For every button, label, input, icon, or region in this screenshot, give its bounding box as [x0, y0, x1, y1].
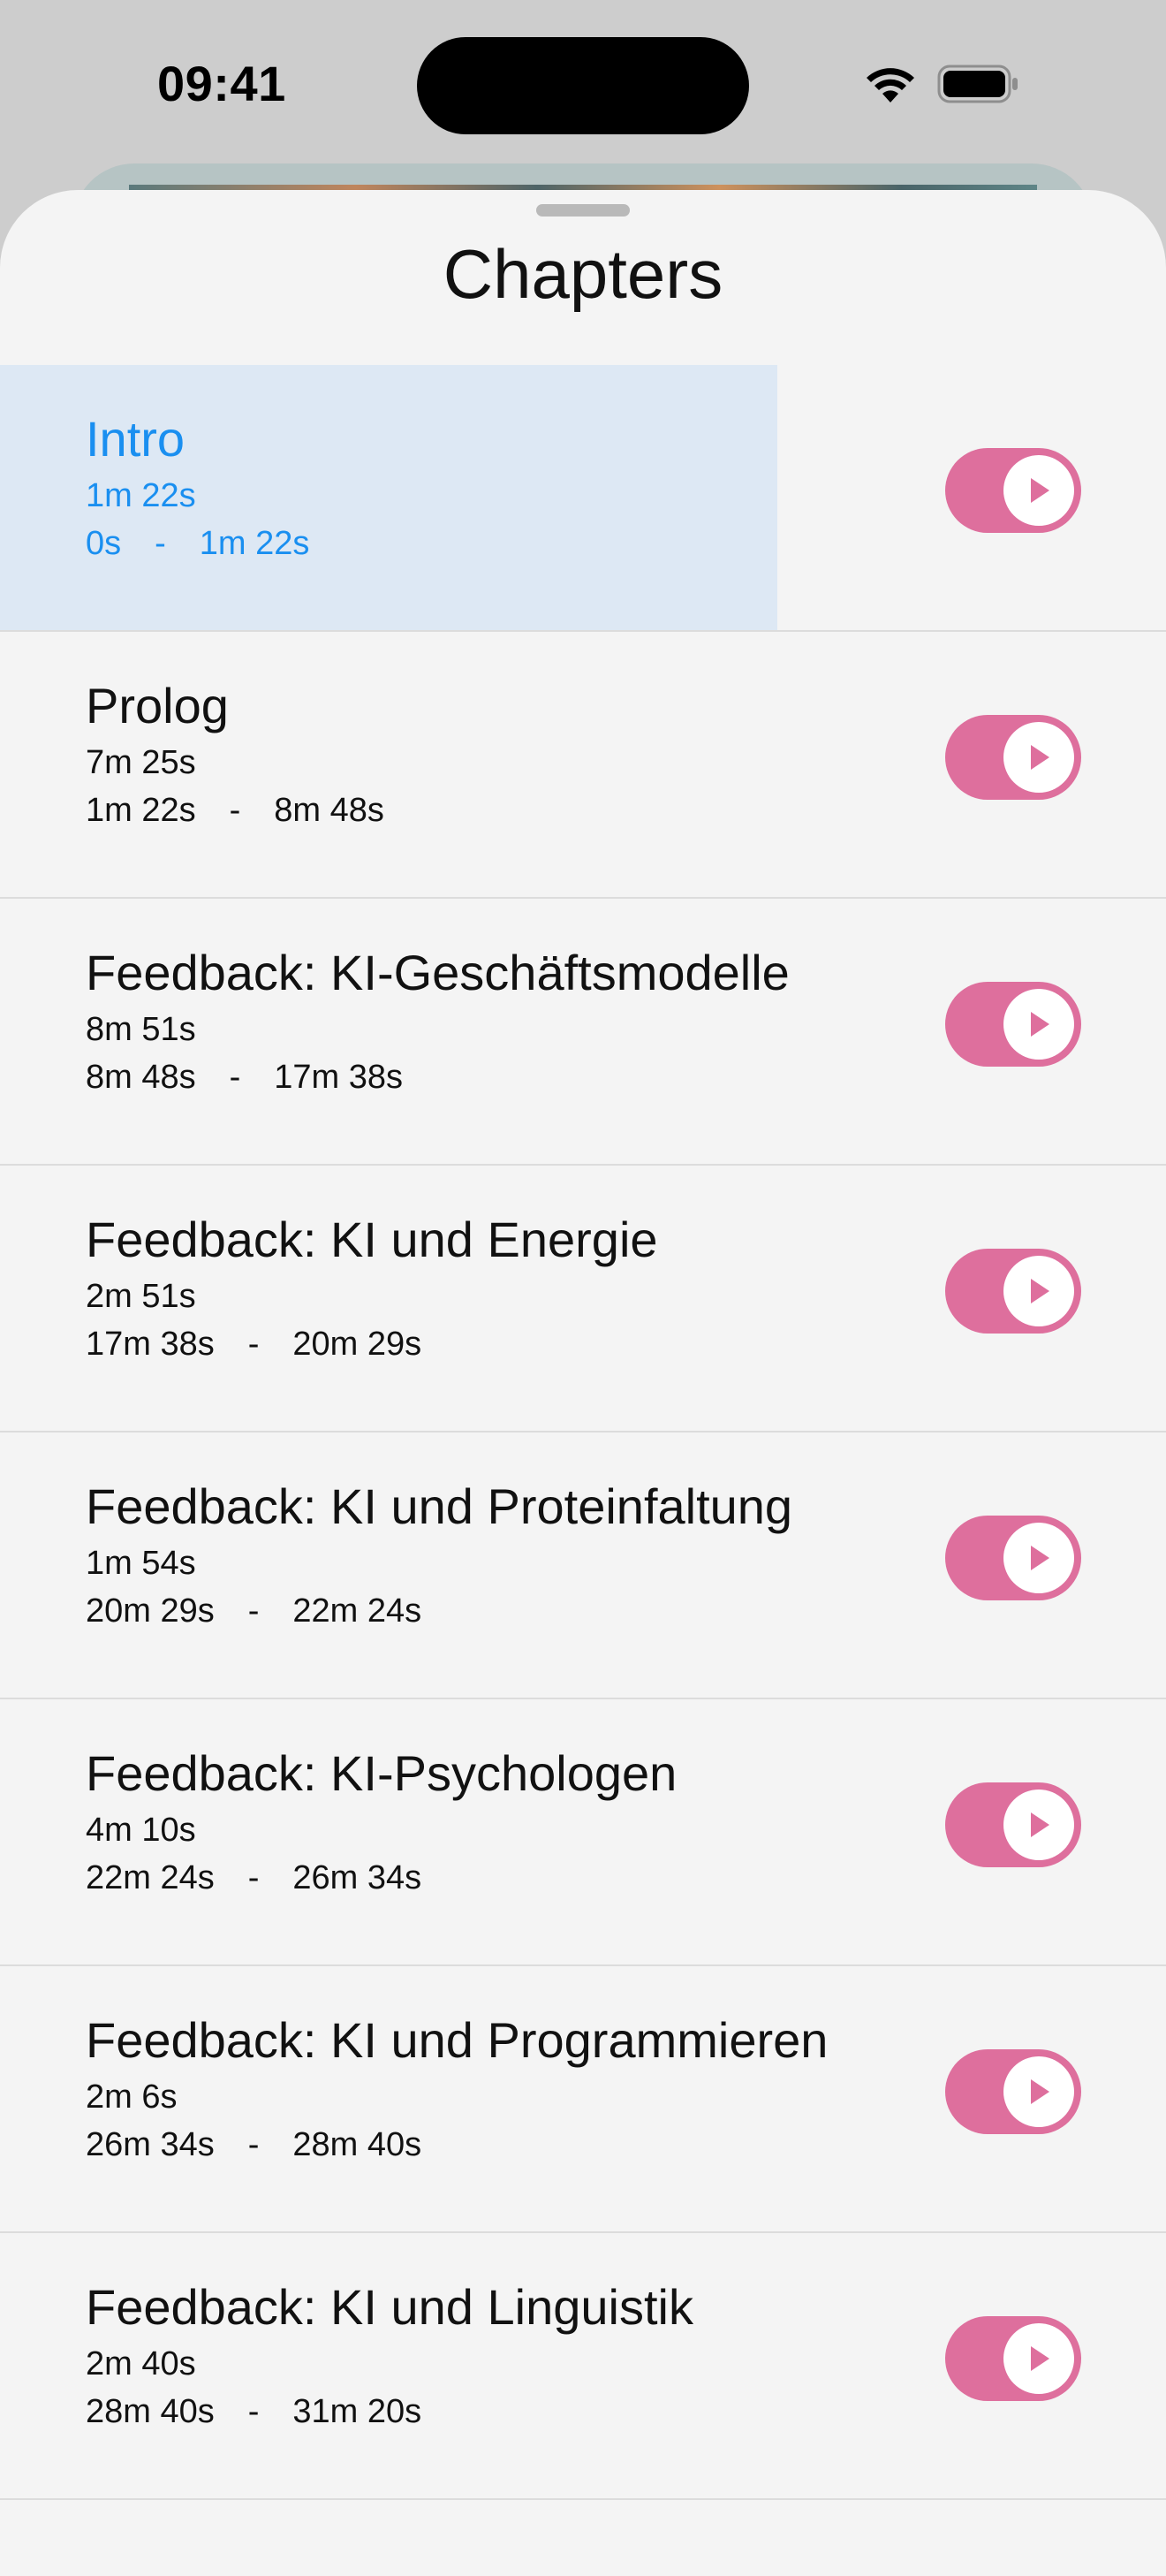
chapter-text: Feedback: KI-Psychologen 4m 10s 22m 24s -…	[86, 1745, 677, 1899]
chapter-time-range: 20m 29s -22m 24s	[86, 1590, 792, 1632]
chapter-row[interactable]: Feedback: KI und Energie 2m 51s 17m 38s -…	[0, 1166, 1166, 1432]
chapter-title: Feedback: KI und Linguistik	[86, 2279, 693, 2335]
play-knob	[1003, 2323, 1074, 2394]
chapter-duration: 1m 54s	[86, 1545, 196, 1582]
chapter-title: Feedback: KI-Psychologen	[86, 1745, 678, 1801]
chapter-row[interactable]: Intro 1m 22s 0s -1m 22s	[0, 365, 1166, 632]
range-separator: -	[229, 792, 241, 829]
chapter-end: 8m 48s	[274, 792, 384, 829]
play-chapter-button[interactable]	[945, 2316, 1081, 2401]
play-knob	[1003, 1790, 1074, 1860]
play-chapter-button[interactable]	[945, 982, 1081, 1067]
range-separator: -	[247, 1592, 260, 1630]
range-separator: -	[247, 1859, 260, 1896]
play-icon	[1026, 2077, 1052, 2107]
chapter-time-range: 8m 48s -17m 38s	[86, 1056, 790, 1098]
chapter-title: Prolog	[86, 678, 229, 733]
chapter-end: 20m 29s	[292, 1326, 422, 1363]
chapter-text: Prolog 7m 25s 1m 22s -8m 48s	[86, 678, 384, 832]
play-chapter-button[interactable]	[945, 2049, 1081, 2134]
chapter-title: Feedback: KI-Geschäftsmodelle	[86, 945, 790, 1000]
play-knob	[1003, 722, 1074, 793]
chapter-duration: 1m 22s	[86, 477, 196, 514]
chapter-start: 22m 24s	[86, 1859, 215, 1896]
chapter-row[interactable]: Feedback: KI und Programmieren 2m 6s 26m…	[0, 1966, 1166, 2233]
play-chapter-button[interactable]	[945, 1516, 1081, 1600]
chapters-sheet: Chapters Intro 1m 22s 0s -1m 22s Prolog 7…	[0, 190, 1166, 2576]
status-time: 09:41	[157, 56, 286, 111]
range-separator: -	[155, 525, 166, 562]
range-separator: -	[229, 1059, 241, 1096]
chapter-end: 28m 40s	[292, 2126, 422, 2163]
play-icon	[1026, 1543, 1052, 1573]
chapter-row[interactable]: Prolog 7m 25s 1m 22s -8m 48s	[0, 632, 1166, 899]
chapter-row[interactable]: Feedback: KI und Proteinfaltung 1m 54s 2…	[0, 1432, 1166, 1699]
chapter-duration: 2m 51s	[86, 1278, 196, 1315]
play-icon	[1026, 1009, 1052, 1039]
chapter-duration: 4m 10s	[86, 1812, 196, 1849]
chapter-time-range: 0s -1m 22s	[86, 522, 309, 565]
sheet-title: Chapters	[443, 235, 723, 313]
chapter-text: Feedback: KI und Proteinfaltung 1m 54s 2…	[86, 1478, 792, 1632]
sheet-grabber[interactable]	[536, 204, 630, 217]
play-icon	[1026, 742, 1052, 772]
chapter-start: 8m 48s	[86, 1059, 196, 1096]
status-icons	[863, 64, 1020, 104]
chapter-list: Intro 1m 22s 0s -1m 22s Prolog 7m 25s 1m …	[0, 365, 1166, 2500]
range-separator: -	[247, 1326, 260, 1363]
play-icon	[1026, 1810, 1052, 1840]
play-knob	[1003, 2056, 1074, 2127]
chapter-duration: 7m 25s	[86, 744, 196, 781]
play-knob	[1003, 1256, 1074, 1326]
play-chapter-button[interactable]	[945, 1782, 1081, 1867]
play-knob	[1003, 989, 1074, 1060]
chapter-end: 31m 20s	[292, 2393, 422, 2430]
chapter-text: Intro 1m 22s 0s -1m 22s	[86, 411, 309, 565]
chapter-start: 17m 38s	[86, 1326, 215, 1363]
status-bar: 09:41	[0, 0, 1166, 168]
chapter-time-range: 28m 40s -31m 20s	[86, 2390, 693, 2433]
chapter-text: Feedback: KI und Energie 2m 51s 17m 38s -…	[86, 1212, 658, 1365]
range-separator: -	[247, 2393, 260, 2430]
chapter-duration: 8m 51s	[86, 1011, 196, 1048]
wifi-icon	[863, 64, 918, 104]
play-icon	[1026, 1276, 1052, 1306]
play-chapter-button[interactable]	[945, 448, 1081, 533]
chapter-time-range: 26m 34s -28m 40s	[86, 2124, 828, 2166]
battery-icon	[937, 65, 1020, 103]
chapter-time-range: 17m 38s -20m 29s	[86, 1323, 658, 1365]
chapter-start: 0s	[86, 525, 122, 562]
chapter-text: Feedback: KI-Geschäftsmodelle 8m 51s 8m …	[86, 945, 790, 1098]
chapter-row[interactable]: Feedback: KI und Linguistik 2m 40s 28m 4…	[0, 2233, 1166, 2500]
chapter-text: Feedback: KI und Linguistik 2m 40s 28m 4…	[86, 2279, 693, 2433]
chapter-end: 26m 34s	[292, 1859, 422, 1896]
range-separator: -	[247, 2126, 260, 2163]
chapter-time-range: 22m 24s -26m 34s	[86, 1857, 677, 1899]
play-icon	[1026, 2344, 1052, 2374]
play-chapter-button[interactable]	[945, 715, 1081, 800]
chapter-text: Feedback: KI und Programmieren 2m 6s 26m…	[86, 2012, 828, 2166]
chapter-title: Feedback: KI und Proteinfaltung	[86, 1478, 793, 1534]
play-icon	[1026, 475, 1052, 505]
chapter-title: Feedback: KI und Energie	[86, 1212, 658, 1267]
play-knob	[1003, 455, 1074, 526]
dynamic-island	[417, 37, 749, 134]
chapter-end: 17m 38s	[274, 1059, 404, 1096]
chapter-title: Feedback: KI und Programmieren	[86, 2012, 829, 2068]
chapter-start: 20m 29s	[86, 1592, 215, 1630]
chapter-start: 28m 40s	[86, 2393, 215, 2430]
play-knob	[1003, 1523, 1074, 1593]
chapter-row[interactable]: Feedback: KI-Geschäftsmodelle 8m 51s 8m …	[0, 899, 1166, 1166]
chapter-duration: 2m 40s	[86, 2345, 196, 2382]
chapter-row[interactable]: Feedback: KI-Psychologen 4m 10s 22m 24s -…	[0, 1699, 1166, 1966]
chapter-end: 1m 22s	[199, 525, 310, 562]
play-chapter-button[interactable]	[945, 1249, 1081, 1334]
chapter-time-range: 1m 22s -8m 48s	[86, 789, 384, 832]
chapter-start: 26m 34s	[86, 2126, 215, 2163]
chapter-end: 22m 24s	[292, 1592, 422, 1630]
chapter-start: 1m 22s	[86, 792, 196, 829]
chapter-duration: 2m 6s	[86, 2078, 178, 2116]
chapter-title: Intro	[86, 411, 186, 467]
